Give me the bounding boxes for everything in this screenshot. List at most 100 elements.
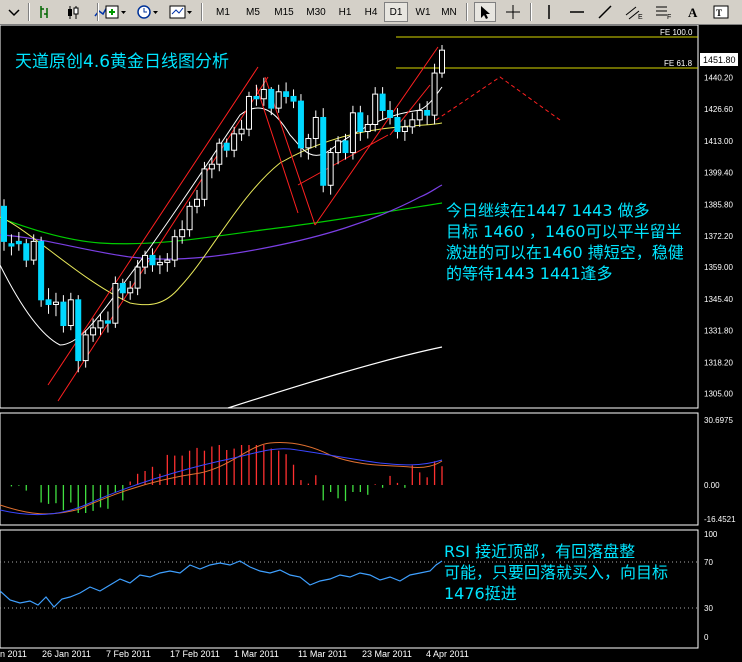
timeframe-h4[interactable]: H4	[358, 2, 384, 22]
candle-body	[431, 72, 438, 116]
annotation-line-4: 的等待1443 1441逢多	[446, 264, 613, 283]
horizontal-line-button[interactable]	[566, 2, 588, 22]
price-tick-label: 1440.20	[704, 73, 733, 82]
chart-area[interactable]: 天道原创4.6黄金日线图分析 FE 100.0 FE 61.8 1440.20 1…	[0, 25, 742, 662]
equidistant-channel-button[interactable]: E	[622, 2, 646, 22]
candle-body	[38, 240, 45, 301]
candles-group	[1, 45, 445, 373]
crosshair-button[interactable]	[502, 2, 524, 22]
macd-main-line	[0, 448, 443, 516]
candle-body	[372, 93, 379, 126]
timeframe-mn[interactable]: MN	[436, 2, 462, 22]
projection-dashed-line	[435, 76, 561, 121]
candle-body	[387, 109, 394, 118]
candle-body	[275, 91, 282, 109]
periodicity-button[interactable]	[135, 2, 161, 22]
trendline-icon	[598, 5, 612, 19]
candle-body	[134, 266, 141, 289]
macd-tick-zero: 0.00	[704, 481, 720, 490]
vertical-line-button[interactable]	[538, 2, 560, 22]
annotation-line-2: 目标 1460 ，1460可以平半留半	[446, 222, 682, 241]
chevron-down-icon	[8, 9, 20, 17]
ma-purple-line	[0, 184, 443, 260]
candle-body	[297, 100, 304, 149]
date-label: 4 Apr 2011	[426, 649, 469, 659]
timeframe-m15[interactable]: M15	[268, 2, 300, 22]
candle-body	[401, 126, 408, 133]
timeframe-d1[interactable]: D1	[384, 2, 408, 22]
price-tick-label: 1372.20	[704, 232, 733, 241]
clock-icon	[137, 5, 158, 19]
candle-body	[90, 327, 97, 336]
price-tick-label: 1426.60	[704, 105, 733, 114]
timeframe-w1[interactable]: W1	[410, 2, 436, 22]
price-tick-label: 1305.00	[704, 389, 733, 398]
toolbar-dropdown-arrow[interactable]	[4, 2, 24, 22]
text-label-button[interactable]: T	[710, 2, 732, 22]
vertical-line-icon	[548, 5, 550, 19]
fib-label-100: FE 100.0	[660, 28, 693, 37]
rsi-annotation-line-3: 1476挺进	[444, 584, 517, 603]
cursor-button[interactable]	[474, 2, 496, 22]
rsi-line	[0, 560, 443, 608]
channel-icon: E	[625, 6, 643, 20]
candle-body	[127, 287, 134, 294]
date-label: 7 Feb 2011	[106, 649, 151, 659]
price-tick-label: 1385.80	[704, 200, 733, 209]
candle-body	[75, 299, 82, 362]
candle-body	[253, 95, 260, 100]
candle-body	[104, 320, 111, 324]
candle-body	[149, 254, 156, 266]
candle-body	[439, 49, 445, 74]
candle-body	[216, 142, 223, 165]
candle-body	[320, 116, 327, 186]
candle-body	[424, 109, 431, 116]
date-label: 1 Mar 2011	[234, 649, 279, 659]
candle-body	[379, 93, 386, 111]
candle-body	[283, 91, 290, 97]
templates-button[interactable]	[167, 2, 195, 22]
candle-body	[179, 229, 186, 238]
candle-body	[231, 133, 238, 151]
date-label: 17 Feb 2011	[170, 649, 220, 659]
candle-body	[327, 152, 334, 186]
fibonacci-button[interactable]: F	[652, 2, 676, 22]
candle-body	[305, 138, 312, 149]
timeframe-h1[interactable]: H1	[332, 2, 358, 22]
text-tool-button[interactable]: A	[682, 2, 704, 22]
macd-tick-bottom: -16.4521	[704, 515, 736, 524]
rsi-annotation-line-2: 可能，只要回落就买入，向目标	[444, 563, 668, 582]
macd-histogram	[10, 445, 443, 513]
date-label: 26 Jan 2011	[42, 649, 91, 659]
candle-body	[142, 254, 149, 268]
price-chart[interactable]: 天道原创4.6黄金日线图分析 FE 100.0 FE 61.8 1440.201…	[0, 25, 742, 662]
bar-chart-button[interactable]	[34, 2, 56, 22]
timeframe-m30[interactable]: M30	[300, 2, 332, 22]
candle-body	[260, 88, 267, 100]
candle-body	[335, 140, 342, 154]
date-axis: n 2011 26 Jan 2011 7 Feb 2011 17 Feb 201…	[0, 649, 469, 659]
cursor-arrow-icon	[481, 6, 490, 19]
candle-body	[119, 282, 126, 294]
toolbar: M1 M5 M15 M30 H1 H4 D1 W1 MN E F A T	[0, 0, 742, 25]
annotation-line-3: 激进的可以在1460 搏短空，稳健	[446, 243, 684, 262]
fibonacci-icon: F	[656, 6, 671, 20]
timeframe-m5[interactable]: M5	[238, 2, 268, 22]
candle-body	[171, 236, 178, 261]
rsi-tick-70: 70	[704, 558, 713, 567]
price-tick-label: 1413.00	[704, 137, 733, 146]
candle-body	[67, 299, 74, 327]
candle-body	[97, 320, 104, 329]
timeframe-m1[interactable]: M1	[208, 2, 238, 22]
candle-body	[223, 142, 230, 151]
candle-body	[238, 128, 245, 135]
candle-body	[290, 95, 297, 102]
candle-body	[1, 205, 7, 242]
candle-body	[23, 243, 30, 261]
candle-body	[349, 112, 356, 154]
trendline-button[interactable]	[594, 2, 616, 22]
candle-body	[60, 301, 67, 327]
ma-green-line	[0, 202, 443, 245]
indicators-button[interactable]	[103, 2, 129, 22]
candlestick-button[interactable]	[62, 2, 84, 22]
